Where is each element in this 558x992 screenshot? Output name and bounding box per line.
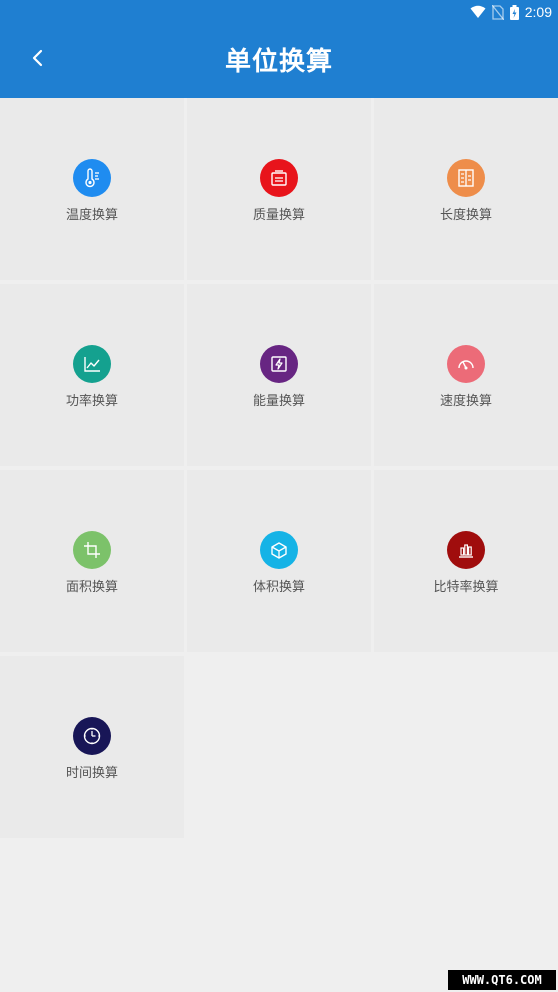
cube-icon bbox=[260, 531, 298, 569]
power-converter-tile[interactable]: 功率换算 bbox=[0, 284, 184, 466]
tile-label: 时间换算 bbox=[65, 765, 118, 780]
tile-label: 能量换算 bbox=[252, 393, 305, 408]
tile-label: 质量换算 bbox=[252, 207, 305, 222]
bar-chart-icon bbox=[447, 531, 485, 569]
time-converter-tile[interactable]: 时间换算 bbox=[0, 656, 184, 838]
speedometer-icon bbox=[447, 345, 485, 383]
tile-label: 长度换算 bbox=[439, 207, 492, 222]
app-bar: 单位换算 bbox=[0, 24, 558, 98]
crop-icon bbox=[73, 531, 111, 569]
converter-grid: 温度换算 质量换算 长度换算 功率换算 能量换算 速度换算 面积换算 体积换算 … bbox=[0, 98, 558, 838]
status-icons: 2:09 bbox=[470, 2, 552, 22]
ruler-icon bbox=[447, 159, 485, 197]
tile-label: 速度换算 bbox=[439, 393, 492, 408]
mass-converter-tile[interactable]: 质量换算 bbox=[187, 98, 371, 280]
wifi-icon bbox=[470, 5, 486, 19]
bitrate-converter-tile[interactable]: 比特率换算 bbox=[374, 470, 558, 652]
status-bar: 2:09 bbox=[0, 0, 558, 24]
speed-converter-tile[interactable]: 速度换算 bbox=[374, 284, 558, 466]
tile-label: 比特率换算 bbox=[433, 579, 499, 594]
tile-label: 温度换算 bbox=[65, 207, 118, 222]
no-sim-icon bbox=[491, 4, 504, 20]
temperature-converter-tile[interactable]: 温度换算 bbox=[0, 98, 184, 280]
tile-label: 功率换算 bbox=[65, 393, 118, 408]
tile-label: 面积换算 bbox=[65, 579, 118, 594]
energy-converter-tile[interactable]: 能量换算 bbox=[187, 284, 371, 466]
scale-icon bbox=[260, 159, 298, 197]
site-watermark: WWW.QT6.COM bbox=[448, 970, 556, 990]
line-chart-icon bbox=[73, 345, 111, 383]
battery-icon bbox=[509, 4, 519, 20]
clock-icon bbox=[73, 717, 111, 755]
lightning-icon bbox=[260, 345, 298, 383]
thermometer-icon bbox=[73, 159, 111, 197]
status-time: 2:09 bbox=[524, 4, 552, 20]
volume-converter-tile[interactable]: 体积换算 bbox=[187, 470, 371, 652]
area-converter-tile[interactable]: 面积换算 bbox=[0, 470, 184, 652]
tile-label: 体积换算 bbox=[252, 579, 305, 594]
page-title: 单位换算 bbox=[224, 46, 333, 76]
length-converter-tile[interactable]: 长度换算 bbox=[374, 98, 558, 280]
